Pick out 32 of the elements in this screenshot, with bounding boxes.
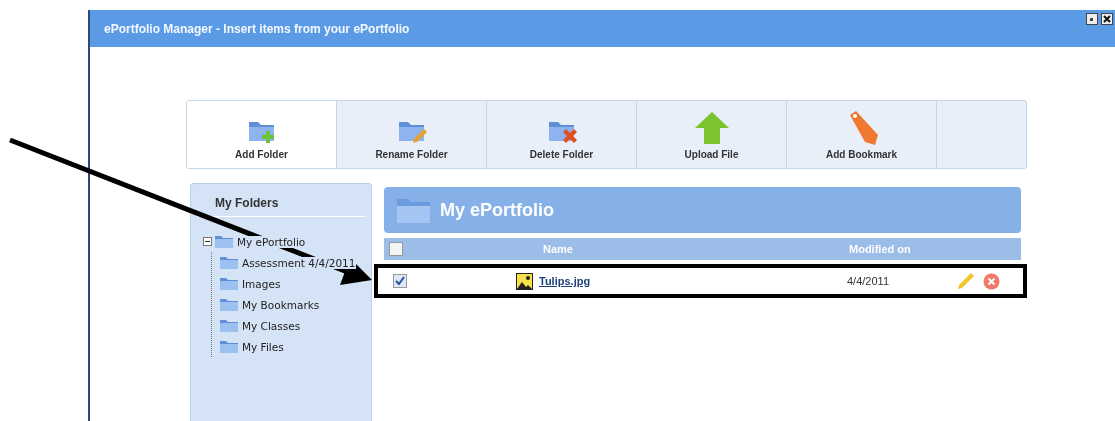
tree-item[interactable]: Assessment 4/4/2011 <box>241 256 357 269</box>
select-all-checkbox[interactable] <box>389 242 403 256</box>
folder-icon <box>220 340 238 353</box>
folder-icon <box>220 319 238 332</box>
tree-item[interactable]: My ePortfolio <box>236 235 307 248</box>
tree-item[interactable]: Images <box>241 277 282 290</box>
sidebar-title: My Folders <box>197 196 365 217</box>
image-file-icon <box>516 272 533 290</box>
folder-icon <box>220 298 238 311</box>
table-cell-text: 4/4/2011 <box>847 275 890 287</box>
close-icon <box>1103 15 1111 23</box>
folder-icon <box>220 277 238 290</box>
collapse-toggle[interactable] <box>203 237 212 246</box>
tree-item[interactable]: My Classes <box>241 319 302 332</box>
column-header: Name <box>543 243 574 255</box>
folder-icon <box>220 256 238 269</box>
toolbar-button[interactable]: Add Folder <box>187 101 337 168</box>
window-title: ePortfolio Manager - Insert items from your ePortfolio <box>104 21 410 36</box>
folder-icon <box>396 196 432 224</box>
tree-item[interactable]: My Files <box>241 340 285 353</box>
column-header: Modified on <box>849 243 912 255</box>
close-button[interactable] <box>1101 13 1113 25</box>
up-arrow-icon <box>693 111 730 145</box>
file-row[interactable]: Tulips.jpg 4/4/2011 <box>374 264 1027 298</box>
file-link[interactable]: Tulips.jpg <box>539 275 591 287</box>
folder-title: My ePortfolio <box>440 199 554 221</box>
minimize-button[interactable] <box>1086 13 1098 25</box>
minimize-icon <box>1089 16 1095 22</box>
tree-item[interactable]: My Bookmarks <box>241 298 321 311</box>
folder-icon <box>215 235 233 248</box>
row-checkbox[interactable] <box>393 274 407 288</box>
delete-icon[interactable] <box>983 272 1000 290</box>
